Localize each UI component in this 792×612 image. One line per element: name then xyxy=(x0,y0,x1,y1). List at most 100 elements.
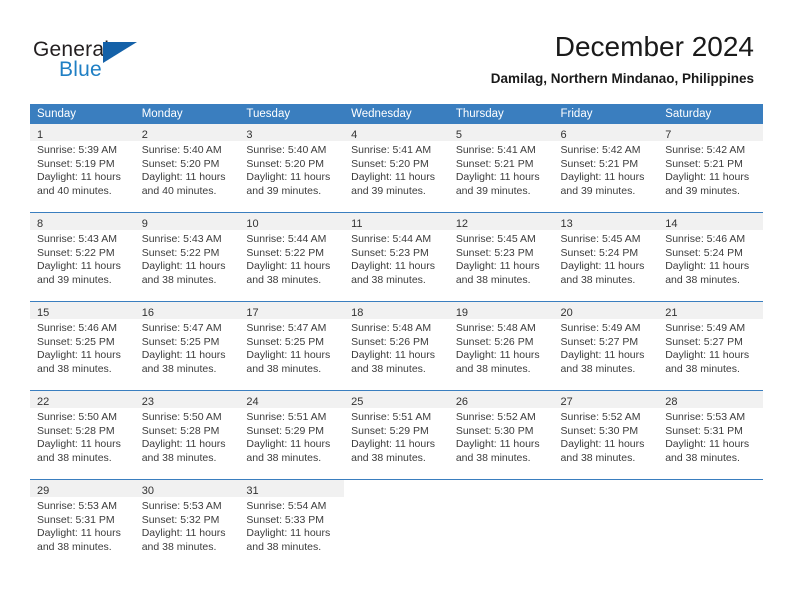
calendar-day-cell[interactable]: 27 Sunrise: 5:52 AM Sunset: 5:30 PM Dayligh… xyxy=(553,390,659,480)
daylight-line-cont: and 39 minutes. xyxy=(560,184,636,197)
day-number-band: 4 xyxy=(344,124,449,141)
daylight-line: Daylight: 11 hours xyxy=(37,349,121,362)
calendar-day-cell[interactable]: 13 Sunrise: 5:45 AM Sunset: 5:24 PM Dayligh… xyxy=(553,212,659,302)
day-detail-lines: Sunrise: 5:51 AM Sunset: 5:29 PM Daylight:… xyxy=(239,408,344,465)
day-number-band xyxy=(554,480,659,497)
calendar-day-cell[interactable]: 10 Sunrise: 5:44 AM Sunset: 5:22 PM Dayligh… xyxy=(239,212,345,302)
sunrise-line: Sunrise: 5:53 AM xyxy=(665,411,746,423)
calendar-day-cell[interactable]: 29 Sunrise: 5:53 AM Sunset: 5:31 PM Dayligh… xyxy=(30,479,135,568)
calendar-day-cell[interactable]: 26 Sunrise: 5:52 AM Sunset: 5:30 PM Dayligh… xyxy=(448,390,554,480)
day-number-band: 24 xyxy=(239,391,345,408)
calendar-day-cell[interactable]: 15 Sunrise: 5:46 AM Sunset: 5:25 PM Dayligh… xyxy=(30,301,135,391)
calendar-day-cell[interactable]: 22 Sunrise: 5:50 AM Sunset: 5:28 PM Dayligh… xyxy=(30,390,135,480)
day-number: 6 xyxy=(560,129,567,141)
sunrise-line: Sunrise: 5:52 AM xyxy=(455,411,536,423)
day-detail-lines xyxy=(344,497,449,500)
calendar-day-cell[interactable]: 6 Sunrise: 5:42 AM Sunset: 5:21 PM Daylight… xyxy=(553,124,659,213)
day-cell-inner: 12 Sunrise: 5:45 AM Sunset: 5:23 PM Dayligh… xyxy=(448,213,554,301)
sunset-line: Sunset: 5:22 PM xyxy=(37,246,115,259)
day-number-band: 5 xyxy=(448,124,554,141)
sunrise-line: Sunrise: 5:46 AM xyxy=(665,233,746,245)
sunrise-line: Sunrise: 5:42 AM xyxy=(665,144,746,156)
day-number-band: 15 xyxy=(30,302,135,319)
day-number: 12 xyxy=(455,218,469,230)
calendar-day-cell[interactable]: 9 Sunrise: 5:43 AM Sunset: 5:22 PM Daylight… xyxy=(134,212,240,302)
day-detail-lines: Sunrise: 5:41 AM Sunset: 5:20 PM Daylight:… xyxy=(344,141,449,198)
day-detail-lines xyxy=(658,497,763,500)
day-cell-inner: 23 Sunrise: 5:50 AM Sunset: 5:28 PM Dayligh… xyxy=(134,391,240,479)
day-cell-inner: 15 Sunrise: 5:46 AM Sunset: 5:25 PM Dayligh… xyxy=(30,302,135,390)
calendar-day-cell[interactable]: 3 Sunrise: 5:40 AM Sunset: 5:20 PM Daylight… xyxy=(239,124,345,213)
calendar-day-cell[interactable]: 17 Sunrise: 5:47 AM Sunset: 5:25 PM Dayligh… xyxy=(239,301,345,391)
daylight-line: Daylight: 11 hours xyxy=(351,349,435,362)
day-number: 19 xyxy=(455,307,469,319)
day-cell-inner: 19 Sunrise: 5:48 AM Sunset: 5:26 PM Dayligh… xyxy=(448,302,554,390)
day-cell-inner: 2 Sunrise: 5:40 AM Sunset: 5:20 PM Daylight… xyxy=(134,124,240,212)
calendar-day-cell[interactable]: 25 Sunrise: 5:51 AM Sunset: 5:29 PM Dayligh… xyxy=(344,390,449,480)
sunrise-line: Sunrise: 5:40 AM xyxy=(246,144,327,156)
day-detail-lines: Sunrise: 5:53 AM Sunset: 5:32 PM Daylight:… xyxy=(135,497,240,554)
daylight-line: Daylight: 11 hours xyxy=(351,260,435,273)
daylight-line: Daylight: 11 hours xyxy=(351,171,435,184)
daylight-line-cont: and 38 minutes. xyxy=(560,451,636,464)
day-cell-inner: 6 Sunrise: 5:42 AM Sunset: 5:21 PM Daylight… xyxy=(553,124,659,212)
day-detail-lines: Sunrise: 5:53 AM Sunset: 5:31 PM Daylight:… xyxy=(30,497,135,554)
day-cell-inner: 7 Sunrise: 5:42 AM Sunset: 5:21 PM Daylight… xyxy=(658,124,763,212)
daylight-line: Daylight: 11 hours xyxy=(560,260,645,273)
calendar-day-cell[interactable]: 31 Sunrise: 5:54 AM Sunset: 5:33 PM Dayligh… xyxy=(239,479,345,568)
day-number: 7 xyxy=(665,129,672,141)
sunset-line: Sunset: 5:25 PM xyxy=(141,335,220,348)
calendar-day-cell[interactable]: 21 Sunrise: 5:49 AM Sunset: 5:27 PM Dayligh… xyxy=(658,301,763,391)
calendar-day-cell[interactable]: 5 Sunrise: 5:41 AM Sunset: 5:21 PM Daylight… xyxy=(448,124,554,213)
sunset-line: Sunset: 5:20 PM xyxy=(141,157,220,170)
calendar-day-cell[interactable]: 1 Sunrise: 5:39 AM Sunset: 5:19 PM Daylight… xyxy=(30,124,135,213)
day-cell-inner xyxy=(554,480,659,568)
day-cell-inner: 30 Sunrise: 5:53 AM Sunset: 5:32 PM Dayligh… xyxy=(134,480,240,568)
calendar-day-cell[interactable]: 20 Sunrise: 5:49 AM Sunset: 5:27 PM Dayligh… xyxy=(553,301,659,391)
daylight-line: Daylight: 11 hours xyxy=(37,260,121,273)
calendar-day-cell[interactable]: 14 Sunrise: 5:46 AM Sunset: 5:24 PM Dayligh… xyxy=(658,212,763,302)
day-detail-lines: Sunrise: 5:42 AM Sunset: 5:21 PM Daylight:… xyxy=(658,141,763,198)
calendar-day-cell[interactable]: 30 Sunrise: 5:53 AM Sunset: 5:32 PM Dayligh… xyxy=(134,479,240,568)
sunset-line: Sunset: 5:26 PM xyxy=(351,335,429,348)
sunset-line: Sunset: 5:20 PM xyxy=(246,157,325,170)
dow-header-tuesday: Tuesday xyxy=(239,104,345,124)
day-detail-lines: Sunrise: 5:44 AM Sunset: 5:22 PM Daylight:… xyxy=(239,230,344,287)
general-blue-logo[interactable]: General Blue xyxy=(33,38,163,84)
logo-triangle-icon xyxy=(103,42,137,63)
calendar-week-row: 22 Sunrise: 5:50 AM Sunset: 5:28 PM Dayligh… xyxy=(30,390,763,480)
daylight-line: Daylight: 11 hours xyxy=(37,527,121,540)
calendar-day-cell[interactable]: 23 Sunrise: 5:50 AM Sunset: 5:28 PM Dayligh… xyxy=(134,390,240,480)
calendar-day-cell[interactable]: 16 Sunrise: 5:47 AM Sunset: 5:25 PM Dayligh… xyxy=(134,301,240,391)
day-of-week-header-row: Sunday Monday Tuesday Wednesday Thursday… xyxy=(30,104,763,124)
calendar-day-cell[interactable]: 7 Sunrise: 5:42 AM Sunset: 5:21 PM Daylight… xyxy=(658,124,763,213)
day-number-band: 1 xyxy=(30,124,135,141)
sunset-line: Sunset: 5:29 PM xyxy=(246,424,325,437)
day-detail-lines: Sunrise: 5:53 AM Sunset: 5:31 PM Daylight:… xyxy=(658,408,763,465)
calendar-day-cell[interactable]: 28 Sunrise: 5:53 AM Sunset: 5:31 PM Dayligh… xyxy=(658,390,763,480)
day-cell-inner: 28 Sunrise: 5:53 AM Sunset: 5:31 PM Dayligh… xyxy=(658,391,763,479)
calendar-day-cell[interactable]: 11 Sunrise: 5:44 AM Sunset: 5:23 PM Dayligh… xyxy=(344,212,449,302)
sunset-line: Sunset: 5:28 PM xyxy=(141,424,220,437)
sunset-line: Sunset: 5:21 PM xyxy=(455,157,534,170)
daylight-line-cont: and 38 minutes. xyxy=(141,540,217,553)
day-detail-lines: Sunrise: 5:52 AM Sunset: 5:30 PM Daylight:… xyxy=(554,408,659,465)
calendar-day-cell[interactable]: 2 Sunrise: 5:40 AM Sunset: 5:20 PM Daylight… xyxy=(134,124,240,213)
daylight-line: Daylight: 11 hours xyxy=(246,527,331,540)
sunset-line: Sunset: 5:27 PM xyxy=(665,335,743,348)
calendar-day-cell[interactable]: 4 Sunrise: 5:41 AM Sunset: 5:20 PM Daylight… xyxy=(344,124,449,213)
calendar-day-cell[interactable]: 12 Sunrise: 5:45 AM Sunset: 5:23 PM Dayligh… xyxy=(448,212,554,302)
calendar-day-cell[interactable]: 24 Sunrise: 5:51 AM Sunset: 5:29 PM Dayligh… xyxy=(239,390,345,480)
daylight-line-cont: and 38 minutes. xyxy=(141,362,217,375)
calendar-day-cell[interactable]: 18 Sunrise: 5:48 AM Sunset: 5:26 PM Dayligh… xyxy=(344,301,449,391)
day-number-band: 3 xyxy=(239,124,345,141)
daylight-line-cont: and 39 minutes. xyxy=(246,184,322,197)
calendar-day-cell[interactable]: 19 Sunrise: 5:48 AM Sunset: 5:26 PM Dayligh… xyxy=(448,301,554,391)
day-number: 20 xyxy=(560,307,573,319)
day-number-band: 21 xyxy=(658,302,763,319)
day-number: 5 xyxy=(455,129,462,141)
daylight-line: Daylight: 11 hours xyxy=(141,438,226,451)
day-number-band: 7 xyxy=(658,124,763,141)
calendar-day-cell[interactable]: 8 Sunrise: 5:43 AM Sunset: 5:22 PM Daylight… xyxy=(30,212,135,302)
day-detail-lines: Sunrise: 5:39 AM Sunset: 5:19 PM Daylight:… xyxy=(30,141,135,198)
